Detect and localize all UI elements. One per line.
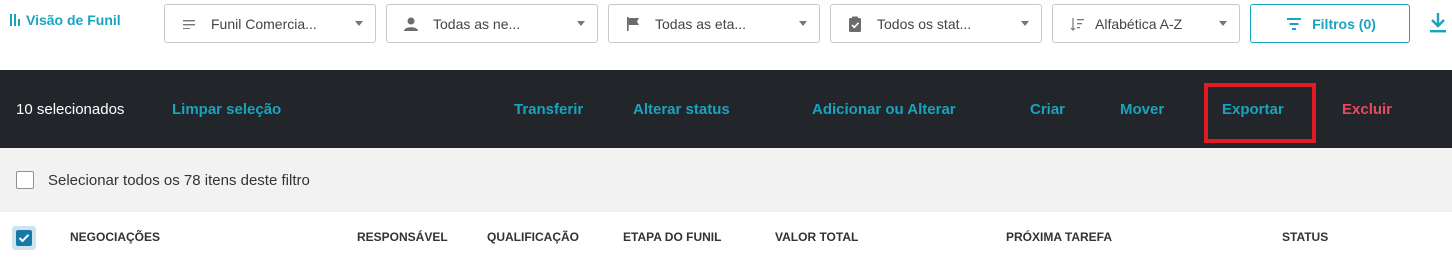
download-icon[interactable] xyxy=(1428,12,1448,34)
filter-toolbar: Visão de Funil Funil Comercia... Todas a… xyxy=(0,0,1452,64)
header-checkbox[interactable] xyxy=(12,226,36,250)
stages-dropdown[interactable]: Todas as eta... xyxy=(608,4,820,43)
chevron-down-icon xyxy=(1021,21,1029,26)
change-status-action[interactable]: Alterar status xyxy=(633,70,730,148)
stages-dropdown-label: Todas as eta... xyxy=(655,15,747,32)
sort-icon xyxy=(1067,14,1087,34)
person-icon xyxy=(401,14,421,34)
filters-button-label: Filtros (0) xyxy=(1312,15,1376,32)
view-title[interactable]: Visão de Funil xyxy=(10,12,121,28)
column-header-status[interactable]: STATUS xyxy=(1282,212,1328,262)
funnel-bars-icon xyxy=(10,14,20,26)
clear-selection-link[interactable]: Limpar seleção xyxy=(172,70,281,148)
column-header-next-task[interactable]: PRÓXIMA TAREFA xyxy=(1006,212,1112,262)
clipboard-check-icon xyxy=(845,14,865,34)
column-header-qualification[interactable]: QUALIFICAÇÃO xyxy=(487,212,579,262)
select-all-row: Selecionar todos os 78 itens deste filtr… xyxy=(0,148,1452,212)
column-header-stage[interactable]: ETAPA DO FUNIL xyxy=(623,212,721,262)
flag-icon xyxy=(623,14,643,34)
chevron-down-icon xyxy=(355,21,363,26)
export-action[interactable]: Exportar xyxy=(1222,70,1284,148)
sort-dropdown[interactable]: Alfabética A-Z xyxy=(1052,4,1240,43)
sort-dropdown-label: Alfabética A-Z xyxy=(1095,15,1183,32)
delete-action[interactable]: Excluir xyxy=(1342,70,1392,148)
transfer-action[interactable]: Transferir xyxy=(514,70,583,148)
lines-icon xyxy=(179,14,199,34)
chevron-down-icon xyxy=(799,21,807,26)
select-all-checkbox[interactable] xyxy=(16,171,34,189)
funnel-dropdown[interactable]: Funil Comercia... xyxy=(164,4,376,43)
chevron-down-icon xyxy=(577,21,585,26)
column-header-responsible[interactable]: RESPONSÁVEL xyxy=(357,212,448,262)
negotiations-dropdown[interactable]: Todas as ne... xyxy=(386,4,598,43)
status-dropdown-label: Todos os stat... xyxy=(877,15,972,32)
status-dropdown[interactable]: Todos os stat... xyxy=(830,4,1042,43)
bulk-action-bar: 10 selecionados Limpar seleção Transferi… xyxy=(0,70,1452,148)
select-all-label: Selecionar todos os 78 itens deste filtr… xyxy=(48,171,310,189)
view-title-label: Visão de Funil xyxy=(26,12,121,28)
negotiations-dropdown-label: Todas as ne... xyxy=(433,15,521,32)
funnel-dropdown-label: Funil Comercia... xyxy=(211,15,317,32)
move-action[interactable]: Mover xyxy=(1120,70,1164,148)
add-or-change-action[interactable]: Adicionar ou Alterar xyxy=(812,70,956,148)
table-header: NEGOCIAÇÕES RESPONSÁVEL QUALIFICAÇÃO ETA… xyxy=(0,212,1452,262)
filters-button[interactable]: Filtros (0) xyxy=(1250,4,1410,43)
column-header-negotiations[interactable]: NEGOCIAÇÕES xyxy=(70,212,160,262)
create-action[interactable]: Criar xyxy=(1030,70,1065,148)
checkmark-icon xyxy=(16,230,32,246)
chevron-down-icon xyxy=(1219,21,1227,26)
filter-icon xyxy=(1284,14,1304,34)
selected-count: 10 selecionados xyxy=(16,100,125,118)
column-header-total-value[interactable]: VALOR TOTAL xyxy=(775,212,858,262)
